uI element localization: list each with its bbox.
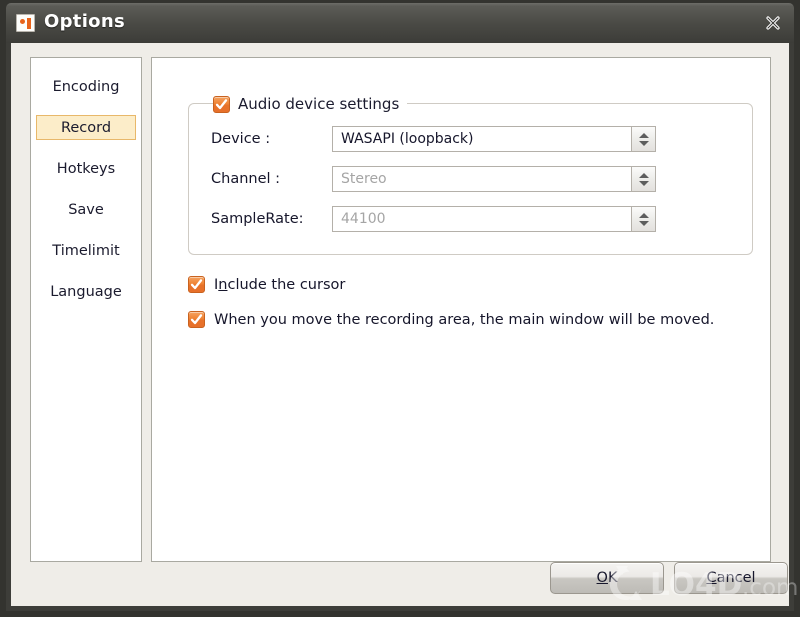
cancel-accelerator: C xyxy=(706,570,717,586)
ok-label-post: K xyxy=(607,570,618,586)
channel-stepper[interactable] xyxy=(631,166,656,192)
move-main-window-checkbox[interactable] xyxy=(188,311,205,328)
include-cursor-checkbox[interactable] xyxy=(188,276,205,293)
options-window: Options Encoding Record Hotkeys Save Tim… xyxy=(0,0,800,617)
category-sidebar: Encoding Record Hotkeys Save Timelimit L… xyxy=(30,57,142,562)
device-row: Device : WASAPI (loopback) xyxy=(189,126,752,152)
device-value[interactable]: WASAPI (loopback) xyxy=(332,126,631,152)
cancel-button[interactable]: Cancel xyxy=(674,562,788,594)
dialog-client-area: Encoding Record Hotkeys Save Timelimit L… xyxy=(11,43,789,606)
chevron-up-icon xyxy=(638,172,649,178)
channel-row: Channel : Stereo xyxy=(189,166,752,192)
samplerate-spinbox[interactable]: 44100 xyxy=(332,206,656,232)
include-cursor-label: Include the cursor xyxy=(214,277,345,293)
logo-dot xyxy=(20,19,25,24)
chevron-up-icon xyxy=(638,212,649,218)
move-main-window-row[interactable]: When you move the recording area, the ma… xyxy=(188,311,714,328)
chevron-down-icon xyxy=(638,220,649,226)
move-main-window-label: When you move the recording area, the ma… xyxy=(214,311,715,328)
device-stepper[interactable] xyxy=(631,126,656,152)
samplerate-value[interactable]: 44100 xyxy=(332,206,631,232)
chevron-down-icon xyxy=(638,180,649,186)
device-label: Device : xyxy=(211,131,271,147)
audio-device-settings-checkbox[interactable] xyxy=(213,95,230,113)
audio-device-settings-group: Audio device settings Device : WASAPI (l… xyxy=(188,92,753,255)
group-legend: Audio device settings xyxy=(213,92,408,116)
settings-panel: Audio device settings Device : WASAPI (l… xyxy=(151,57,771,562)
ok-accelerator: O xyxy=(596,570,608,586)
chevron-up-icon xyxy=(638,132,649,138)
ok-button-label: OK xyxy=(597,570,618,586)
samplerate-row: SampleRate: 44100 xyxy=(189,206,752,232)
sidebar-item-save[interactable]: Save xyxy=(36,197,136,222)
group-title: Audio device settings xyxy=(238,95,400,113)
include-cursor-row[interactable]: Include the cursor xyxy=(188,276,345,293)
samplerate-label: SampleRate: xyxy=(211,211,304,227)
include-cursor-label-post: clude the cursor xyxy=(227,276,346,293)
samplerate-stepper[interactable] xyxy=(631,206,656,232)
chevron-down-icon xyxy=(638,140,649,146)
window-frame: Options Encoding Record Hotkeys Save Tim… xyxy=(6,3,794,611)
sidebar-item-encoding[interactable]: Encoding xyxy=(36,74,136,99)
sidebar-item-record[interactable]: Record xyxy=(36,115,136,140)
cancel-label-post: ancel xyxy=(716,570,756,586)
channel-label: Channel : xyxy=(211,171,281,187)
device-spinbox[interactable]: WASAPI (loopback) xyxy=(332,126,656,152)
sidebar-item-timelimit[interactable]: Timelimit xyxy=(36,238,136,263)
channel-value[interactable]: Stereo xyxy=(332,166,631,192)
close-icon[interactable] xyxy=(760,11,786,35)
sidebar-item-hotkeys[interactable]: Hotkeys xyxy=(36,156,136,181)
title-bar: Options xyxy=(6,3,794,43)
sidebar-item-language[interactable]: Language xyxy=(36,279,136,304)
window-title: Options xyxy=(44,11,125,32)
channel-spinbox[interactable]: Stereo xyxy=(332,166,656,192)
logo-bar xyxy=(27,18,31,29)
ok-button[interactable]: OK xyxy=(550,562,664,594)
app-logo-icon xyxy=(16,14,35,32)
cancel-button-label: Cancel xyxy=(706,570,755,586)
